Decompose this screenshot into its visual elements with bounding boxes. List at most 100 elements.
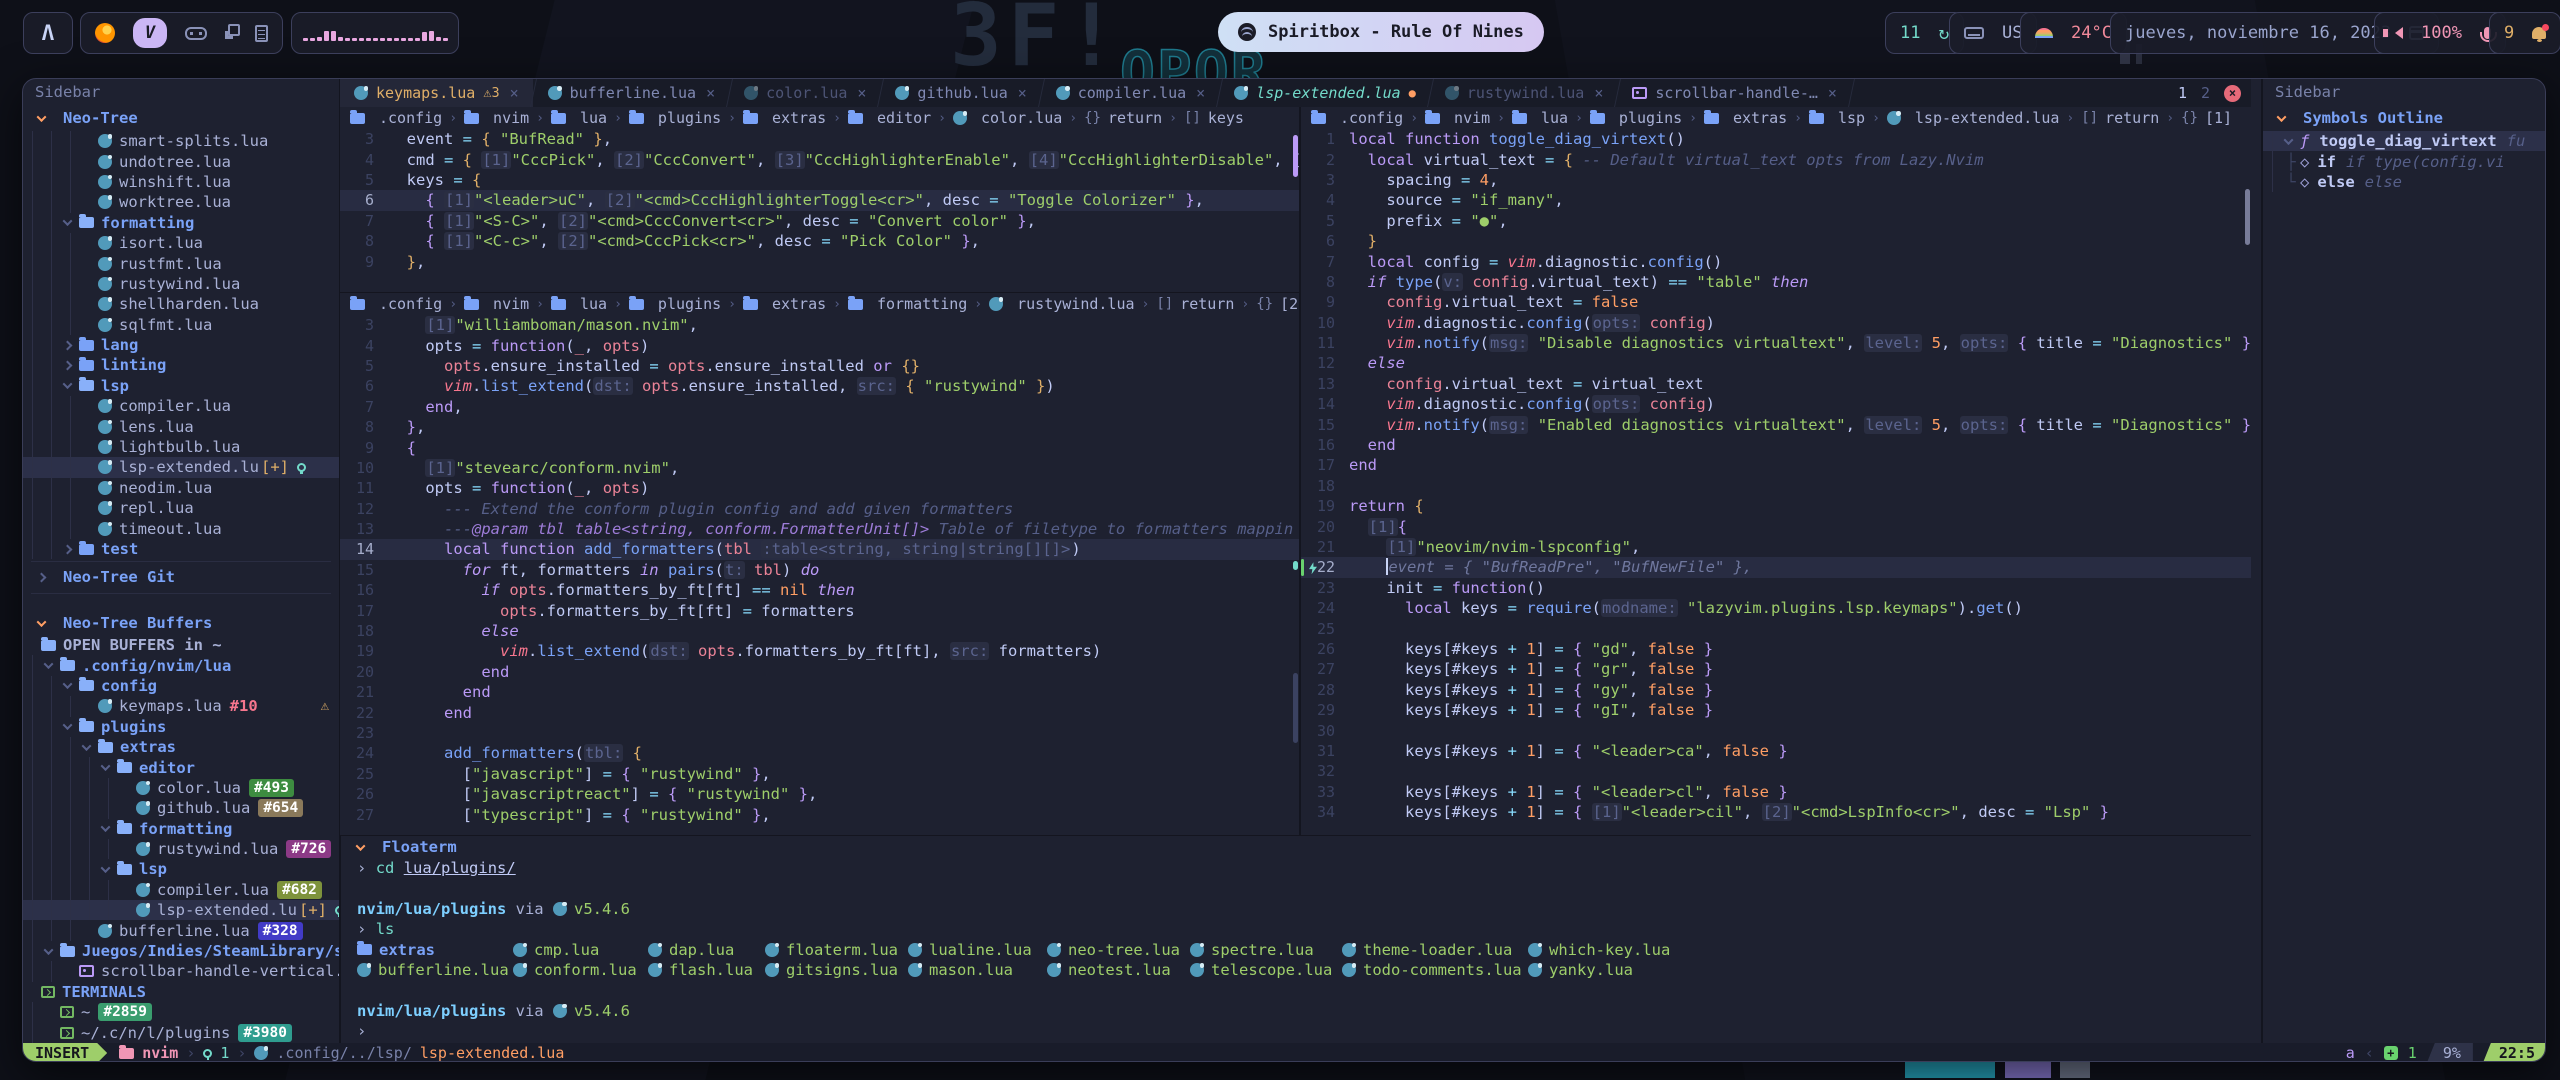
symbols-outline-header[interactable]: Symbols Outline [2263, 107, 2546, 129]
code-line-19[interactable]: 19return { [1301, 496, 2251, 516]
tree-item-linting[interactable]: linting [23, 355, 339, 375]
code-line-23[interactable]: 23 init = function() [1301, 578, 2251, 598]
code-line-14[interactable]: 14 local function add_formatters(tbl :ta… [340, 539, 1299, 559]
breadcrumb-item[interactable]: color.lua [981, 109, 1062, 127]
code-line-5[interactable]: 5 keys = { [340, 170, 1299, 190]
code-line-2[interactable]: 2 local virtual_text = { -- Default virt… [1301, 149, 2251, 169]
code-line-4[interactable]: 4 source = "if_many", [1301, 190, 2251, 210]
tree-item-editor[interactable]: editor [23, 757, 339, 777]
editor-pane-color[interactable]: .config›nvim›lua›plugins›extras›editor›c… [340, 107, 1299, 292]
breadcrumb-item[interactable]: editor [877, 109, 931, 127]
tree-item-plugins[interactable]: plugins [23, 717, 339, 737]
code-line-26[interactable]: 26 ["javascriptreact"] = { "rustywind" }… [340, 784, 1299, 804]
tree-item-open-buffers-in-[interactable]: OPEN BUFFERS in ~ [23, 635, 339, 655]
tree-item-color-lua[interactable]: color.lua#493 [23, 778, 339, 798]
tree-item-sqlfmt-lua[interactable]: sqlfmt.lua [23, 315, 339, 335]
tree-item-undotree-lua[interactable]: undotree.lua [23, 151, 339, 171]
code-line-25[interactable]: 25 [1301, 618, 2251, 638]
close-icon[interactable]: × [1828, 84, 1837, 102]
code-line-29[interactable]: 29 keys[#keys + 1] = { "gI", false } [1301, 700, 2251, 720]
code-line-6[interactable]: 6 { [1]"<leader>uC", [2]"<cmd>CccHighlig… [340, 190, 1299, 210]
code-line-32[interactable]: 32 [1301, 761, 2251, 781]
code-line-8[interactable]: 8 { [1]"<C-c>", [2]"<cmd>CccPick<cr>", d… [340, 231, 1299, 251]
tabpage-1[interactable]: 1 [2178, 84, 2187, 102]
tree-item-isort-lua[interactable]: isort.lua [23, 233, 339, 253]
code-line-7[interactable]: 7 local config = vim.diagnostic.config() [1301, 251, 2251, 271]
tree-item-rustywind-lua[interactable]: rustywind.lua [23, 274, 339, 294]
code-line-15[interactable]: 15 for ft, formatters in pairs(t: tbl) d… [340, 560, 1299, 580]
tree-item-config[interactable]: config [23, 676, 339, 696]
code-line-4[interactable]: 4 opts = function(_, opts) [340, 335, 1299, 355]
code-line-6[interactable]: 6 } [1301, 231, 2251, 251]
tree-item-shellharden-lua[interactable]: shellharden.lua [23, 294, 339, 314]
neotree-section-header[interactable]: Neo-Tree [23, 107, 339, 129]
breadcrumb-item[interactable]: lsp [1838, 109, 1865, 127]
code-line-33[interactable]: 33 keys[#keys + 1] = { "<leader>cl", fal… [1301, 782, 2251, 802]
breadcrumb-item[interactable]: lua [580, 295, 607, 313]
tree-item-compiler-lua[interactable]: compiler.lua#682 [23, 880, 339, 900]
tree-item-worktree-lua[interactable]: worktree.lua [23, 192, 339, 212]
breadcrumb-item[interactable]: [2] [1280, 295, 1299, 313]
volume-widget[interactable]: 100% [2374, 12, 2506, 54]
tree-item-formatting[interactable]: formatting [23, 213, 339, 233]
breadcrumb-item[interactable]: .config [1340, 109, 1403, 127]
tree-item-winshift-lua[interactable]: winshift.lua [23, 172, 339, 192]
code-line-6[interactable]: 6 vim.list_extend(dst: opts.ensure_insta… [340, 376, 1299, 396]
breadcrumb-item[interactable]: lua [1541, 109, 1568, 127]
code-line-16[interactable]: 16 if opts.formatters_by_ft[ft] == nil t… [340, 580, 1299, 600]
tree-item-lsp-extended-lu[interactable]: lsp-extended.lu[+] [23, 457, 339, 477]
code-line-25[interactable]: 25 ["javascript"] = { "rustywind" }, [340, 764, 1299, 784]
code-line-21[interactable]: 21 end [340, 682, 1299, 702]
tree-item-keymaps-lua[interactable]: keymaps.lua#10⚠ [23, 696, 339, 716]
breadcrumb-item[interactable]: return [2105, 109, 2159, 127]
scrollbar-handle[interactable] [1293, 673, 1298, 743]
neotree-buffers-section-header[interactable]: Neo-Tree Buffers [23, 612, 339, 634]
code-line-13[interactable]: 13 ---@param tbl table<string, conform.F… [340, 519, 1299, 539]
tab-keymaps.lua[interactable]: keymaps.lua⚠3× [340, 79, 533, 107]
editor-pane-lsp-extended[interactable]: .config›nvim›lua›plugins›extras›lsp›lsp-… [1301, 107, 2251, 835]
breadcrumb-item[interactable]: return [1180, 295, 1234, 313]
scrollbar-handle[interactable] [1293, 135, 1298, 177]
close-icon[interactable]: × [510, 84, 519, 102]
tree-item-timeout-lua[interactable]: timeout.lua [23, 518, 339, 538]
code-line-9[interactable]: 9 config.virtual_text = false [1301, 292, 2251, 312]
code-line-26[interactable]: 26 keys[#keys + 1] = { "gd", false } [1301, 639, 2251, 659]
code-line-18[interactable]: 18 [1301, 476, 2251, 496]
windows-workspace-icon[interactable] [228, 24, 240, 36]
breadcrumb-item[interactable]: lsp-extended.lua [1915, 109, 2060, 127]
code-line-27[interactable]: 27 keys[#keys + 1] = { "gr", false } [1301, 659, 2251, 679]
documents-workspace-icon[interactable] [255, 25, 268, 42]
code-line-16[interactable]: 16 end [1301, 435, 2251, 455]
code-line-17[interactable]: 17end [1301, 455, 2251, 475]
tree-item-lightbulb-lua[interactable]: lightbulb.lua [23, 437, 339, 457]
tree-item-compiler-lua[interactable]: compiler.lua [23, 396, 339, 416]
tree-item--[interactable]: ~#2859 [23, 1002, 339, 1022]
notifications-widget[interactable]: 9 [2489, 12, 2560, 54]
tree-item-lens-lua[interactable]: lens.lua [23, 416, 339, 436]
tree-item-neodim-lua[interactable]: neodim.lua [23, 478, 339, 498]
gamepad-workspace-icon[interactable] [185, 27, 207, 40]
code-line-31[interactable]: 31 keys[#keys + 1] = { "<leader>ca", fal… [1301, 741, 2251, 761]
tree-item-github-lua[interactable]: github.lua#654 [23, 798, 339, 818]
close-icon[interactable]: × [1018, 84, 1027, 102]
breadcrumb-item[interactable]: return [1108, 109, 1162, 127]
close-all-button[interactable]: × [2224, 85, 2241, 102]
code-line-20[interactable]: 20 end [340, 662, 1299, 682]
breadcrumb-item[interactable]: .config [379, 109, 442, 127]
tree-item-formatting[interactable]: formatting [23, 819, 339, 839]
code-line-7[interactable]: 7 end, [340, 397, 1299, 417]
code-line-8[interactable]: 8 }, [340, 417, 1299, 437]
tree-item-rustywind-lua[interactable]: rustywind.lua#726 [23, 839, 339, 859]
code-line-23[interactable]: 23 [340, 723, 1299, 743]
code-line-14[interactable]: 14 vim.diagnostic.config(opts: config) [1301, 394, 2251, 414]
code-line-15[interactable]: 15 vim.notify(msg: "Enabled diagnostics … [1301, 414, 2251, 434]
code-line-24[interactable]: 24 local keys = require(modname: "lazyvi… [1301, 598, 2251, 618]
code-line-9[interactable]: 9 { [340, 437, 1299, 457]
code-line-1[interactable]: 1local function toggle_diag_virtext() [1301, 129, 2251, 149]
code-line-5[interactable]: 5 prefix = "●", [1301, 211, 2251, 231]
code-line-18[interactable]: 18 else [340, 621, 1299, 641]
code-line-19[interactable]: 19 vim.list_extend(dst: opts.formatters_… [340, 641, 1299, 661]
breadcrumb-item[interactable]: [1] [2205, 109, 2232, 127]
active-workspace-pill[interactable]: V [133, 18, 167, 48]
now-playing-widget[interactable]: Spiritbox - Rule Of Nines [1218, 12, 1544, 52]
